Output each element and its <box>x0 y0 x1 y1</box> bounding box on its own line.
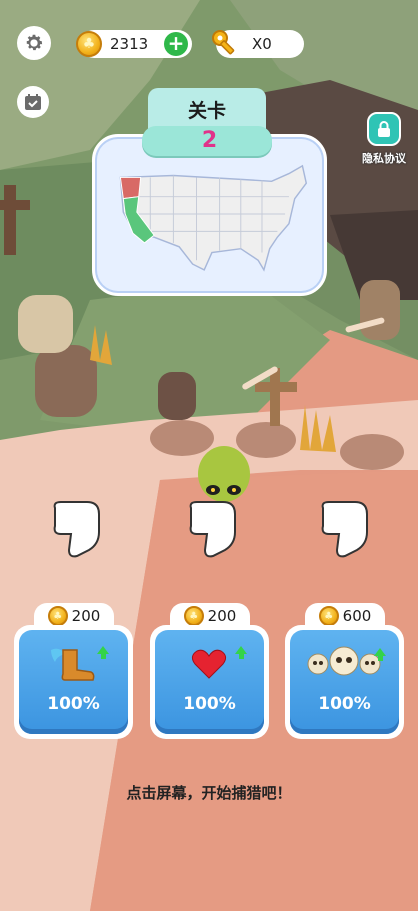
lock-icon <box>367 112 401 146</box>
start-hint: 点击屏幕，开始捕猎吧！ <box>126 784 292 802</box>
key-icon <box>212 30 235 55</box>
dirt-mound-3 <box>340 434 404 470</box>
key-count: X0 <box>252 35 272 53</box>
coin-count: 2313 <box>110 35 149 53</box>
level-title: 关卡 <box>187 100 226 122</box>
upgrade-card-health[interactable]: ♣ 200 100% <box>150 603 269 739</box>
upgrade-arrow-icon <box>235 646 247 659</box>
winged-boot-icon <box>51 648 95 681</box>
settings-button[interactable] <box>17 26 51 60</box>
tombstone-2 <box>18 295 73 353</box>
upgrade-percent: 100% <box>183 694 236 714</box>
upgrade-percent: 100% <box>318 694 371 714</box>
upgrade-price-value: 600 <box>342 607 372 625</box>
level-map[interactable] <box>92 134 327 296</box>
privacy-button[interactable]: 隐私协议 <box>358 112 410 172</box>
upgrade-percent: 100% <box>47 694 100 714</box>
level-panel: 关卡 2 <box>92 88 327 298</box>
coin-icon: ♣ <box>47 606 68 626</box>
upgrade-card-body: 100% <box>14 625 133 739</box>
upgrade-price-value: 200 <box>71 607 101 625</box>
cross-post <box>270 368 280 426</box>
level-number: 2 <box>201 128 218 153</box>
key-counter: X0 <box>212 30 304 58</box>
add-coins-button[interactable]: + <box>164 32 188 56</box>
upgrade-price-value: 200 <box>207 607 237 625</box>
zombie-head[interactable] <box>198 446 250 502</box>
pointing-hand-icon <box>53 501 100 558</box>
usa-shape <box>119 164 308 272</box>
calendar-check-icon <box>25 94 41 110</box>
plus-icon: + <box>167 31 185 55</box>
gear-icon <box>26 34 43 51</box>
skulls-icon <box>307 646 381 676</box>
coin-counter: ♣ 2313 + <box>76 30 192 58</box>
oregon-state <box>119 176 142 200</box>
coin-icon: ♣ <box>76 31 102 57</box>
zombie-pupil-left <box>211 488 215 492</box>
upgrade-arrow-icon <box>97 646 109 659</box>
daily-task-button[interactable] <box>17 86 49 118</box>
cross-bar <box>255 382 297 392</box>
heart-icon <box>191 649 227 679</box>
pointing-hand-icon <box>189 501 236 558</box>
dirt-mound-1 <box>150 420 214 456</box>
cross-post-left <box>4 185 16 255</box>
upgrade-card-body: 100% <box>285 625 404 739</box>
privacy-label: 隐私协议 <box>362 152 406 165</box>
tombstone-4 <box>360 280 400 340</box>
usa-map <box>119 164 308 272</box>
upgrade-card-body: 100% <box>150 625 269 739</box>
upgrade-card-skulls[interactable]: ♣ 600 100% <box>285 603 404 739</box>
upgrade-arrow-icon <box>374 648 386 661</box>
coin-icon: ♣ <box>318 606 339 626</box>
coin-icon: ♣ <box>183 606 204 626</box>
tombstone-1 <box>35 345 97 417</box>
zombie-pupil-right <box>232 488 236 492</box>
upgrade-card-inner: 100% <box>290 630 399 734</box>
pointing-hand-icon <box>321 501 368 558</box>
dirt-mound-2 <box>236 422 296 458</box>
upgrade-card-inner: 100% <box>19 630 128 734</box>
cross-bar-left <box>0 200 30 210</box>
tombstone-3 <box>158 372 196 420</box>
upgrade-card-inner: 100% <box>155 630 264 734</box>
upgrade-card-speed[interactable]: ♣ 200 100% <box>14 603 133 739</box>
